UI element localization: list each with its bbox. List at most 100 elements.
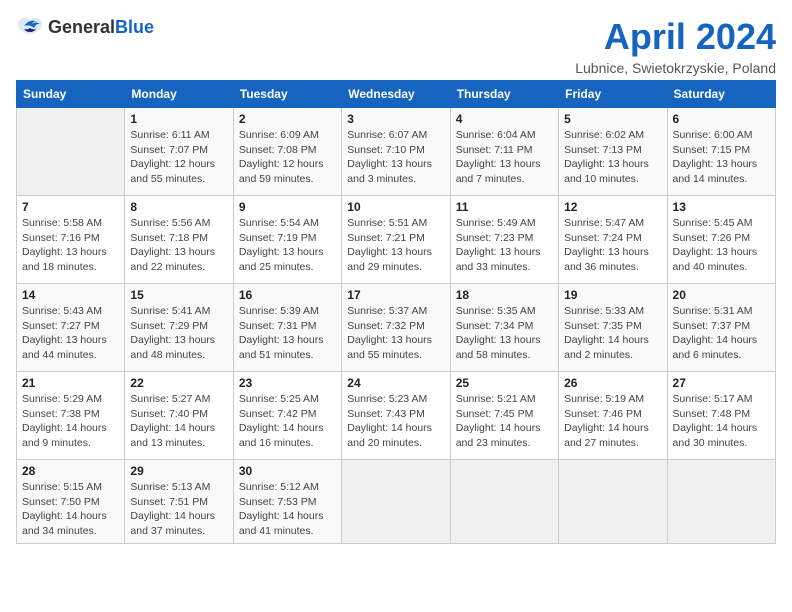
calendar-cell: 14Sunrise: 5:43 AM Sunset: 7:27 PM Dayli… (17, 284, 125, 372)
calendar-cell: 6Sunrise: 6:00 AM Sunset: 7:15 PM Daylig… (667, 108, 775, 196)
day-info: Sunrise: 6:02 AM Sunset: 7:13 PM Dayligh… (564, 128, 661, 187)
day-info: Sunrise: 5:56 AM Sunset: 7:18 PM Dayligh… (130, 216, 227, 275)
day-number: 7 (22, 200, 119, 214)
day-info: Sunrise: 5:47 AM Sunset: 7:24 PM Dayligh… (564, 216, 661, 275)
calendar-cell: 23 Sunrise: 5:25 AM Sunset: 7:42 PM Dayli… (233, 372, 341, 460)
calendar-cell: 27 Sunrise: 5:17 AM Sunset: 7:48 PM Dayli… (667, 372, 775, 460)
day-number: 8 (130, 200, 227, 214)
page-subtitle: Lubnice, Swietokrzyskie, Poland (575, 60, 776, 76)
weekday-header-saturday: Saturday (667, 81, 775, 108)
day-info: Sunrise: 6:04 AM Sunset: 7:11 PM Dayligh… (456, 128, 553, 187)
day-number: 30 (239, 464, 336, 478)
calendar-week-3: 14Sunrise: 5:43 AM Sunset: 7:27 PM Dayli… (17, 284, 776, 372)
weekday-header-monday: Monday (125, 81, 233, 108)
day-info: Sunrise: 5:12 AM Sunset: 7:53 PM Dayligh… (239, 480, 336, 539)
day-info: Sunrise: 5:58 AM Sunset: 7:16 PM Dayligh… (22, 216, 119, 275)
day-number: 15 (130, 288, 227, 302)
calendar-body: 1Sunrise: 6:11 AM Sunset: 7:07 PM Daylig… (17, 108, 776, 544)
calendar-cell: 9 Sunrise: 5:54 AM Sunset: 7:19 PM Daylig… (233, 196, 341, 284)
day-number: 19 (564, 288, 661, 302)
weekday-header-thursday: Thursday (450, 81, 558, 108)
weekday-header-wednesday: Wednesday (342, 81, 450, 108)
calendar-cell: 2 Sunrise: 6:09 AM Sunset: 7:08 PM Daylig… (233, 108, 341, 196)
day-info: Sunrise: 5:23 AM Sunset: 7:43 PM Dayligh… (347, 392, 444, 451)
day-number: 18 (456, 288, 553, 302)
calendar-cell: 5Sunrise: 6:02 AM Sunset: 7:13 PM Daylig… (559, 108, 667, 196)
calendar-cell: 15 Sunrise: 5:41 AM Sunset: 7:29 PM Dayli… (125, 284, 233, 372)
day-info: Sunrise: 5:39 AM Sunset: 7:31 PM Dayligh… (239, 304, 336, 363)
weekday-header-tuesday: Tuesday (233, 81, 341, 108)
day-info: Sunrise: 5:21 AM Sunset: 7:45 PM Dayligh… (456, 392, 553, 451)
day-number: 23 (239, 376, 336, 390)
day-number: 9 (239, 200, 336, 214)
day-number: 17 (347, 288, 444, 302)
day-number: 27 (673, 376, 770, 390)
day-info: Sunrise: 6:09 AM Sunset: 7:08 PM Dayligh… (239, 128, 336, 187)
day-info: Sunrise: 5:15 AM Sunset: 7:50 PM Dayligh… (22, 480, 119, 539)
day-info: Sunrise: 5:17 AM Sunset: 7:48 PM Dayligh… (673, 392, 770, 451)
calendar-cell: 12 Sunrise: 5:47 AM Sunset: 7:24 PM Dayli… (559, 196, 667, 284)
calendar-week-1: 1Sunrise: 6:11 AM Sunset: 7:07 PM Daylig… (17, 108, 776, 196)
title-block: April 2024 Lubnice, Swietokrzyskie, Pola… (575, 16, 776, 76)
weekday-header-friday: Friday (559, 81, 667, 108)
weekday-header-sunday: Sunday (17, 81, 125, 108)
day-info: Sunrise: 5:49 AM Sunset: 7:23 PM Dayligh… (456, 216, 553, 275)
calendar-week-4: 21Sunrise: 5:29 AM Sunset: 7:38 PM Dayli… (17, 372, 776, 460)
day-info: Sunrise: 5:41 AM Sunset: 7:29 PM Dayligh… (130, 304, 227, 363)
logo-blue: Blue (115, 17, 154, 37)
calendar-cell: 4 Sunrise: 6:04 AM Sunset: 7:11 PM Daylig… (450, 108, 558, 196)
calendar-cell: 28 Sunrise: 5:15 AM Sunset: 7:50 PM Dayli… (17, 460, 125, 544)
calendar-cell: 17 Sunrise: 5:37 AM Sunset: 7:32 PM Dayli… (342, 284, 450, 372)
day-number: 6 (673, 112, 770, 126)
day-number: 1 (130, 112, 227, 126)
day-info: Sunrise: 5:27 AM Sunset: 7:40 PM Dayligh… (130, 392, 227, 451)
day-number: 13 (673, 200, 770, 214)
day-number: 25 (456, 376, 553, 390)
day-info: Sunrise: 5:31 AM Sunset: 7:37 PM Dayligh… (673, 304, 770, 363)
day-info: Sunrise: 5:35 AM Sunset: 7:34 PM Dayligh… (456, 304, 553, 363)
logo-general: General (48, 17, 115, 37)
day-info: Sunrise: 5:25 AM Sunset: 7:42 PM Dayligh… (239, 392, 336, 451)
day-number: 12 (564, 200, 661, 214)
day-number: 20 (673, 288, 770, 302)
calendar-cell: 19 Sunrise: 5:33 AM Sunset: 7:35 PM Dayli… (559, 284, 667, 372)
logo-icon (16, 16, 44, 38)
day-number: 26 (564, 376, 661, 390)
day-number: 4 (456, 112, 553, 126)
calendar-cell: 25 Sunrise: 5:21 AM Sunset: 7:45 PM Dayli… (450, 372, 558, 460)
day-info: Sunrise: 5:13 AM Sunset: 7:51 PM Dayligh… (130, 480, 227, 539)
day-number: 22 (130, 376, 227, 390)
calendar-cell: 22 Sunrise: 5:27 AM Sunset: 7:40 PM Dayli… (125, 372, 233, 460)
day-info: Sunrise: 5:33 AM Sunset: 7:35 PM Dayligh… (564, 304, 661, 363)
calendar-cell: 29 Sunrise: 5:13 AM Sunset: 7:51 PM Dayli… (125, 460, 233, 544)
day-number: 24 (347, 376, 444, 390)
day-info: Sunrise: 5:54 AM Sunset: 7:19 PM Dayligh… (239, 216, 336, 275)
calendar-cell: 21Sunrise: 5:29 AM Sunset: 7:38 PM Dayli… (17, 372, 125, 460)
calendar-week-2: 7 Sunrise: 5:58 AM Sunset: 7:16 PM Daylig… (17, 196, 776, 284)
weekday-header-row: SundayMondayTuesdayWednesdayThursdayFrid… (17, 81, 776, 108)
calendar-cell (667, 460, 775, 544)
calendar-cell: 26 Sunrise: 5:19 AM Sunset: 7:46 PM Dayli… (559, 372, 667, 460)
calendar-week-5: 28 Sunrise: 5:15 AM Sunset: 7:50 PM Dayli… (17, 460, 776, 544)
day-info: Sunrise: 5:19 AM Sunset: 7:46 PM Dayligh… (564, 392, 661, 451)
calendar-cell (559, 460, 667, 544)
calendar-table: SundayMondayTuesdayWednesdayThursdayFrid… (16, 80, 776, 544)
logo: GeneralBlue (16, 16, 154, 38)
calendar-cell: 10Sunrise: 5:51 AM Sunset: 7:21 PM Dayli… (342, 196, 450, 284)
day-info: Sunrise: 5:43 AM Sunset: 7:27 PM Dayligh… (22, 304, 119, 363)
calendar-cell: 3Sunrise: 6:07 AM Sunset: 7:10 PM Daylig… (342, 108, 450, 196)
day-info: Sunrise: 6:07 AM Sunset: 7:10 PM Dayligh… (347, 128, 444, 187)
day-number: 10 (347, 200, 444, 214)
day-number: 11 (456, 200, 553, 214)
calendar-cell: 16Sunrise: 5:39 AM Sunset: 7:31 PM Dayli… (233, 284, 341, 372)
calendar-cell: 30 Sunrise: 5:12 AM Sunset: 7:53 PM Dayli… (233, 460, 341, 544)
calendar-cell: 18 Sunrise: 5:35 AM Sunset: 7:34 PM Dayli… (450, 284, 558, 372)
logo-text: GeneralBlue (48, 17, 154, 38)
day-number: 28 (22, 464, 119, 478)
calendar-cell: 11 Sunrise: 5:49 AM Sunset: 7:23 PM Dayli… (450, 196, 558, 284)
header: GeneralBlue April 2024 Lubnice, Swietokr… (16, 16, 776, 76)
day-number: 29 (130, 464, 227, 478)
calendar-cell (450, 460, 558, 544)
day-info: Sunrise: 5:37 AM Sunset: 7:32 PM Dayligh… (347, 304, 444, 363)
day-number: 2 (239, 112, 336, 126)
